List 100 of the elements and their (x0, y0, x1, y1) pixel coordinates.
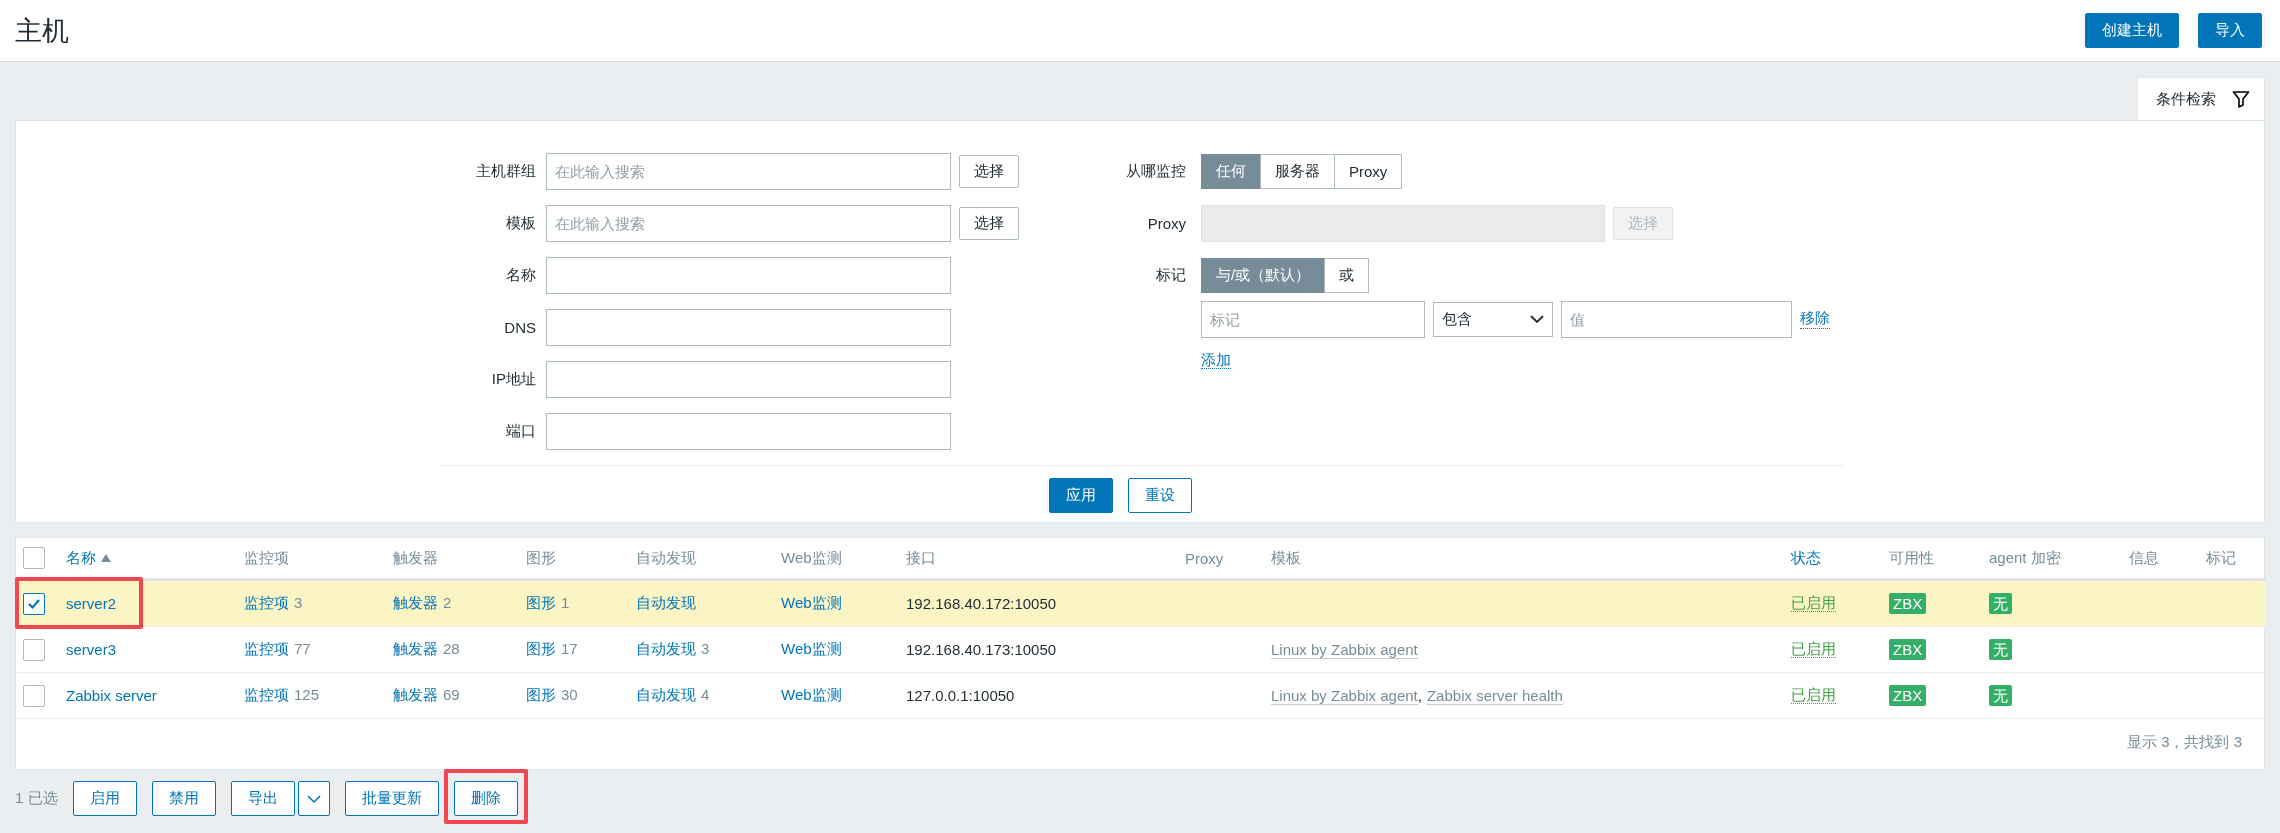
segment-option[interactable]: Proxy (1334, 153, 1403, 189)
column-header: 自动发现 (636, 548, 696, 568)
column-header: 模板 (1271, 548, 1301, 568)
count-text: 77 (294, 640, 311, 659)
encryption-badge: 无 (1989, 685, 2012, 706)
availability-badge: ZBX (1889, 593, 1927, 614)
field-label: 从哪监控 (1125, 161, 1186, 181)
count-text: 2 (443, 594, 452, 613)
count-text: 1 (561, 594, 570, 613)
apply-button[interactable]: 应用 (1048, 478, 1113, 513)
table-link[interactable]: 图形 (526, 594, 556, 613)
column-header: 触发器 (393, 548, 438, 568)
count-text: 69 (443, 686, 460, 705)
filter-tab[interactable]: 条件检索 (2137, 77, 2265, 120)
selected-count-text: 1 已选 (15, 788, 58, 808)
column-header: 接口 (906, 548, 936, 568)
count-text: 17 (561, 640, 578, 659)
column-header[interactable]: 状态 (1791, 548, 1821, 568)
input-field[interactable] (546, 256, 951, 294)
row-checkbox[interactable] (23, 592, 45, 615)
host-name-link[interactable]: Zabbix server (66, 687, 157, 704)
value-field[interactable]: 值 (1561, 300, 1792, 338)
interface-text: 127.0.0.1:10050 (906, 687, 1015, 704)
field-label: Proxy (1146, 214, 1186, 232)
table-link[interactable]: 触发器 (393, 640, 438, 659)
table-link[interactable]: 图形 (526, 686, 556, 705)
segment-option[interactable]: 任何 (1201, 153, 1261, 189)
status-link[interactable]: 已启用 (1791, 686, 1836, 704)
host-name-link[interactable]: server2 (66, 595, 117, 612)
tag-field[interactable]: 标记 (1201, 300, 1425, 338)
reset-button[interactable]: 重设 (1127, 478, 1192, 513)
column-header: 监控项 (244, 548, 289, 568)
results-count-text: 显示 3，共找到 3 (2126, 733, 2242, 752)
table-link[interactable]: Web监测 (781, 686, 842, 705)
field-label: 端口 (505, 421, 536, 441)
count-text: 3 (294, 594, 303, 613)
column-header: Proxy (1185, 549, 1224, 567)
table-link[interactable]: 自动发现 (636, 686, 696, 705)
export-dropdown-button[interactable] (297, 780, 330, 816)
field-label: 主机群组 (475, 161, 536, 181)
count-text: 28 (443, 640, 460, 659)
count-text: 4 (701, 686, 710, 705)
operator-select[interactable]: 包含 (1433, 301, 1553, 337)
column-header: 图形 (526, 548, 556, 568)
select-all-checkbox[interactable] (23, 547, 45, 569)
select-button[interactable]: 选择 (959, 206, 1019, 240)
template-link[interactable]: Zabbix server health (1426, 686, 1563, 705)
import-button[interactable]: 导入 (2198, 13, 2262, 48)
count-text: 3 (701, 640, 710, 659)
action-button[interactable]: 批量更新 (344, 780, 439, 816)
row-checkbox[interactable] (23, 684, 45, 707)
column-header: 可用性 (1889, 548, 1934, 568)
column-header: agent 加密 (1989, 548, 2061, 568)
caret-icon (1530, 314, 1544, 324)
table-link[interactable]: 图形 (526, 640, 556, 659)
input-field[interactable] (546, 308, 951, 346)
create-host-button[interactable]: 创建主机 (2085, 13, 2179, 48)
input-field[interactable]: 在此输入搜索 (546, 204, 951, 242)
column-header: Web监测 (781, 548, 842, 568)
input-field[interactable] (546, 412, 951, 450)
template-link[interactable]: Linux by Zabbix agent (1271, 686, 1418, 705)
availability-badge: ZBX (1889, 639, 1927, 660)
separator-text: , (1417, 686, 1422, 705)
table-link[interactable]: 自动发现 (636, 594, 696, 613)
table-link[interactable]: Web监测 (781, 640, 842, 659)
table-link[interactable]: 监控项 (244, 640, 289, 659)
action-button[interactable]: 删除 (453, 780, 518, 816)
encryption-badge: 无 (1989, 639, 2012, 660)
sort-ascending-icon (101, 554, 111, 562)
table-link[interactable]: 自动发现 (636, 640, 696, 659)
remove-link[interactable]: 移除 (1800, 309, 1830, 329)
action-button[interactable]: 启用 (72, 780, 137, 816)
segment-option[interactable]: 服务器 (1260, 153, 1335, 189)
filter-icon (2232, 90, 2250, 108)
status-link[interactable]: 已启用 (1791, 594, 1836, 612)
action-button[interactable]: 禁用 (151, 780, 216, 816)
field-label: 标记 (1155, 265, 1186, 285)
host-name-link[interactable]: server3 (66, 641, 117, 658)
field-label: IP地址 (490, 369, 536, 389)
table-link[interactable]: 监控项 (244, 594, 289, 613)
export-button[interactable]: 导出 (230, 780, 295, 816)
input-field[interactable] (546, 360, 951, 398)
table-link[interactable]: 触发器 (393, 594, 438, 613)
segment-option[interactable]: 或 (1324, 257, 1370, 293)
row-checkbox[interactable] (23, 638, 45, 661)
table-link[interactable]: Web监测 (781, 594, 842, 613)
template-link[interactable]: Linux by Zabbix agent (1271, 640, 1418, 659)
select-button[interactable]: 选择 (959, 154, 1019, 188)
status-link[interactable]: 已启用 (1791, 640, 1836, 658)
table-link[interactable]: 监控项 (244, 686, 289, 705)
field-label: 名称 (505, 265, 536, 285)
column-header[interactable]: 名称 (66, 548, 96, 568)
count-text: 30 (561, 686, 578, 705)
interface-text: 192.168.40.173:10050 (906, 641, 1057, 658)
interface-text: 192.168.40.172:10050 (906, 595, 1057, 612)
table-link[interactable]: 触发器 (393, 686, 438, 705)
column-header: 信息 (2129, 548, 2159, 568)
segment-option[interactable]: 与/或（默认） (1201, 257, 1326, 293)
input-field[interactable]: 在此输入搜索 (546, 152, 951, 190)
add-link[interactable]: 添加 (1201, 351, 1231, 369)
